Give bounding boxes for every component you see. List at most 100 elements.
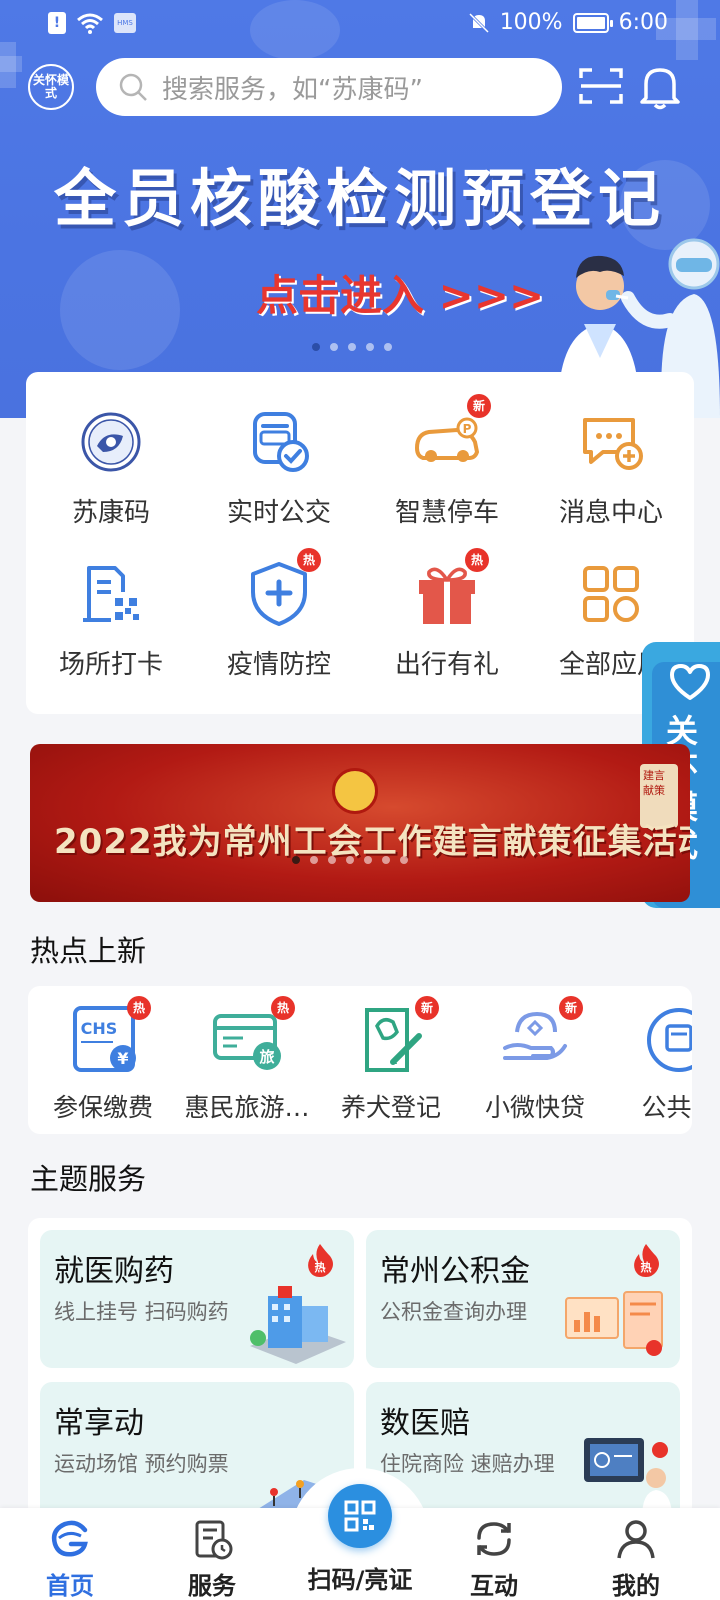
theme-card-title: 常享动: [54, 1406, 144, 1441]
theme-card-title: 数医赔: [380, 1406, 470, 1441]
care-mode-button[interactable]: 关怀模式: [28, 64, 74, 110]
battery-percent: 100%: [499, 10, 563, 35]
home-logo-icon: [51, 1520, 88, 1557]
hero-dot: [312, 343, 320, 351]
event-dot: [364, 856, 372, 864]
hero-dot: [366, 343, 374, 351]
wifi-icon: [77, 13, 103, 34]
hot-item-dog-registration[interactable]: 新 养犬登记: [316, 986, 466, 1134]
search-placeholder: 搜索服务，如“苏康码”: [162, 74, 423, 105]
hero-pagination: [312, 343, 392, 351]
grid-item-label: 场所打卡: [58, 650, 163, 680]
scan-label: 扫码/亮证: [307, 1566, 413, 1594]
notification-bell-icon[interactable]: [638, 64, 682, 110]
parking-car-icon: P: [414, 417, 480, 462]
theme-card-subtitle: 线上挂号 扫码购药: [54, 1300, 229, 1324]
decor-virus: [60, 250, 180, 370]
claim-illustration-icon: [584, 1438, 672, 1518]
new-badge: 新: [559, 996, 583, 1020]
nav-label: 首页: [46, 1572, 94, 1600]
heart-icon: [670, 664, 710, 700]
svg-text:P: P: [463, 422, 472, 436]
hot-item-loan[interactable]: 新 小微快贷: [460, 986, 610, 1134]
theme-card-subtitle: 住院商险 速赔办理: [380, 1452, 555, 1476]
mute-bell-icon: [468, 12, 489, 33]
hot-item-label: 公共资: [641, 1093, 692, 1122]
event-dot: [346, 856, 354, 864]
hero-banner[interactable]: ! HMS 100% 6:00 关怀模式 搜索服务，如“苏康码” 全员核酸检测预…: [0, 0, 720, 418]
apps-grid-icon: [583, 566, 639, 622]
refresh-interact-icon: [477, 1522, 511, 1556]
nav-profile[interactable]: 我的: [576, 1508, 696, 1600]
nav-interact[interactable]: 互动: [434, 1508, 554, 1600]
grid-item-sukang-code[interactable]: 苏康码: [26, 372, 196, 528]
hot-fire-icon: 热: [308, 1244, 333, 1277]
scan-icon[interactable]: [578, 66, 624, 106]
search-bar[interactable]: 搜索服务，如“苏康码”: [96, 58, 562, 116]
hot-badge: 热: [297, 548, 321, 572]
new-badge: 新: [415, 996, 439, 1020]
theme-card-title: 常州公积金: [380, 1254, 530, 1289]
decor-cross: [0, 56, 22, 72]
nav-label: 互动: [470, 1572, 518, 1600]
grid-item-epidemic-control[interactable]: 热 疫情防控: [194, 524, 364, 680]
event-pagination: [292, 856, 408, 864]
hero-dot: [330, 343, 338, 351]
message-icon: [583, 418, 643, 470]
new-badge: 新: [467, 394, 491, 418]
event-dot: [382, 856, 390, 864]
event-dot: [400, 856, 408, 864]
grid-item-venue-checkin[interactable]: 场所打卡: [26, 524, 196, 680]
grid-item-message-center[interactable]: 消息中心: [526, 372, 696, 528]
theme-section-title: 主题服务: [30, 1162, 147, 1196]
clock: 6:00: [618, 10, 668, 35]
grid-item-label: 疫情防控: [226, 650, 331, 680]
theme-card-medical[interactable]: 就医购药 线上挂号 扫码购药 热: [40, 1230, 354, 1368]
hot-item-travel[interactable]: 旅 热 惠民旅游…: [172, 986, 322, 1134]
alert-icon: !: [48, 12, 66, 34]
hms-icon: HMS: [114, 13, 136, 33]
theme-card-housing-fund[interactable]: 常州公积金 公积金查询办理 热: [366, 1230, 680, 1368]
search-icon: [119, 73, 147, 101]
scan-qr-button[interactable]: [328, 1484, 392, 1548]
theme-card-subtitle: 运动场馆 预约购票: [54, 1452, 229, 1476]
qr-scan-icon: [344, 1500, 376, 1532]
fund-chart-illustration-icon: [565, 1291, 663, 1356]
hot-badge: 热: [127, 996, 151, 1020]
nav-service[interactable]: 服务: [152, 1508, 272, 1600]
svg-text:CHS: CHS: [81, 1019, 118, 1038]
hero-dot: [348, 343, 356, 351]
banner-cta[interactable]: 点击进入 >>>: [256, 262, 544, 323]
event-dot: [310, 856, 318, 864]
hot-badge: 热: [465, 548, 489, 572]
hot-badge: 热: [271, 996, 295, 1020]
hero-dot: [384, 343, 392, 351]
status-bar: ! HMS 100% 6:00: [0, 0, 720, 48]
nav-home[interactable]: 首页: [10, 1508, 130, 1600]
event-dot: [292, 856, 300, 864]
event-banner[interactable]: 建言献策 2022我为常州工会工作建言献策征集活动: [30, 744, 690, 902]
banner-title: 全员核酸检测预登记: [53, 162, 666, 235]
hot-section-title: 热点上新: [30, 934, 147, 968]
battery-icon: [572, 12, 613, 33]
profile-icon: [617, 1520, 655, 1559]
hot-item-insurance[interactable]: CHS ¥ 热 参保缴费: [28, 986, 178, 1134]
hot-item-label: 养犬登记: [340, 1093, 441, 1122]
venue-checkin-icon: [83, 566, 139, 622]
hot-item-label: 小微快贷: [484, 1093, 585, 1122]
grid-item-bus[interactable]: 实时公交: [194, 372, 364, 528]
quick-service-grid: 苏康码 实时公交 P 新 智慧停车 消息中心 场所打卡 热 疫情防控 热 出行有…: [26, 372, 694, 714]
bus-icon: [253, 412, 309, 472]
hot-fire-icon: 热: [634, 1244, 659, 1277]
grid-item-parking[interactable]: P 新 智慧停车: [362, 372, 532, 528]
hot-item-public-resource[interactable]: 公共资: [604, 986, 692, 1134]
theme-card-title: 就医购药: [54, 1254, 174, 1289]
svg-text:旅: 旅: [259, 1048, 274, 1066]
sukang-code-icon: [81, 412, 141, 472]
public-resource-icon: [647, 1008, 692, 1072]
hot-item-label: 参保缴费: [52, 1093, 153, 1122]
hospital-illustration-icon: [250, 1286, 346, 1364]
nav-label: 服务: [188, 1572, 236, 1600]
hot-fire-label: 热: [641, 1260, 652, 1274]
grid-item-travel-gift[interactable]: 热 出行有礼: [362, 524, 532, 680]
